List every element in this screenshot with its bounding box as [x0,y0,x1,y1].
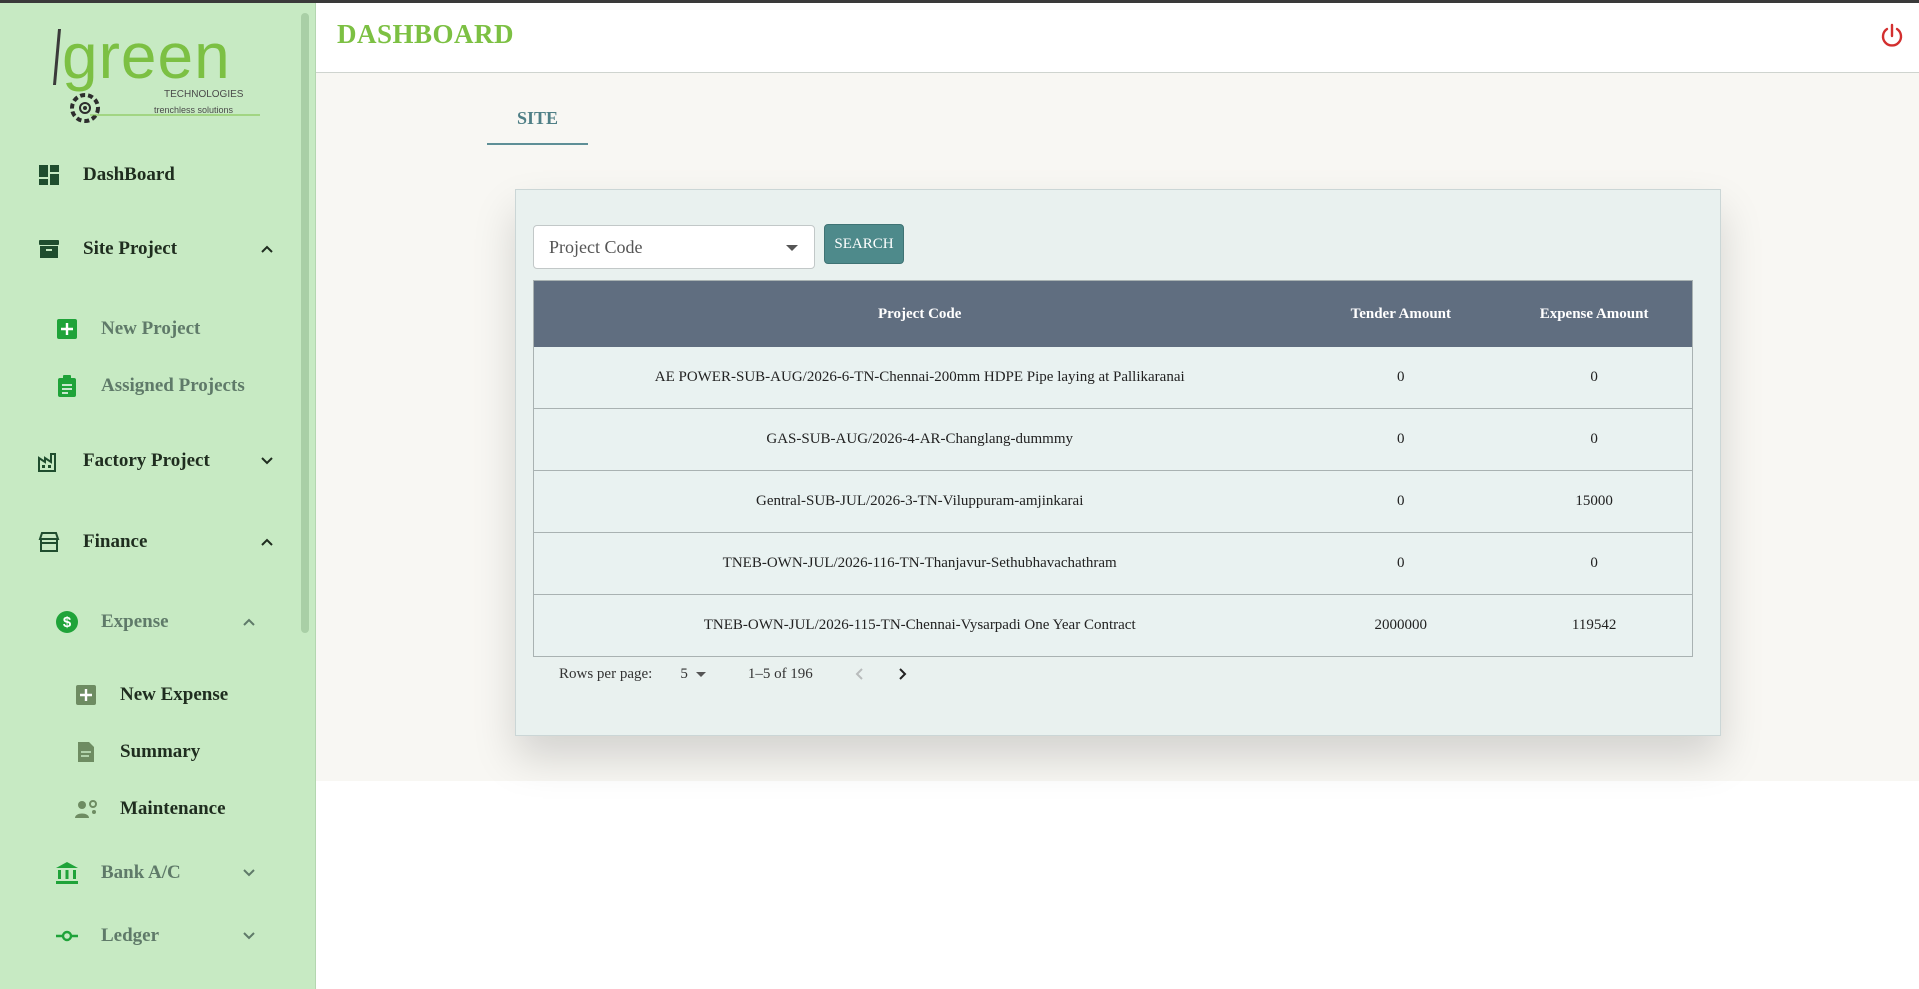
sidebar-item-maintenance[interactable]: Maintenance [74,797,226,821]
cell-expense-amount: 119542 [1496,594,1693,657]
project-code-select[interactable]: Project Code [533,225,815,269]
bank-icon [55,861,79,885]
cell-expense-amount: 0 [1496,532,1693,595]
rows-per-page-value: 5 [680,665,688,682]
sidebar-item-bank-ac[interactable]: Bank A/C [55,861,265,885]
cell-tender-amount: 0 [1305,408,1497,471]
sidebar-item-summary[interactable]: Summary [74,740,200,764]
rows-per-page-select[interactable]: 5 [680,666,706,683]
cell-tender-amount: 0 [1305,532,1497,595]
dollar-icon: $ [55,610,79,634]
sidebar-item-label: Expense [101,611,169,632]
cell-project-code: GAS-SUB-AUG/2026-4-AR-Changlang-dummmy [533,408,1306,471]
sidebar-item-site-project[interactable]: Site Project [37,237,277,261]
logo-gear-icon [70,93,100,123]
factory-icon [37,449,61,473]
sidebar-item-label: New Expense [120,684,229,705]
rows-per-page-label: Rows per page: [559,665,653,682]
chevron-up-icon [261,538,273,546]
table-row[interactable]: GAS-SUB-AUG/2026-4-AR-Changlang-dummmy 0… [533,408,1693,471]
power-icon[interactable] [1879,23,1905,49]
sidebar-item-label: Ledger [101,925,160,946]
sidebar-item-label: DashBoard [83,164,175,185]
sidebar-item-new-project[interactable]: New Project [55,317,200,341]
logo-tagline: TECHNOLOGIES [164,89,244,100]
cell-project-code: TNEB-OWN-JUL/2026-116-TN-Thanjavur-Sethu… [533,532,1306,595]
column-header[interactable]: Tender Amount [1305,280,1497,347]
chevron-down-icon [261,457,273,465]
site-summary-card: Project Code SEARCH Project Code Tender … [515,189,1721,736]
sidebar-item-dashboard[interactable]: DashBoard [37,163,175,187]
archive-icon [37,237,61,261]
pagination-range: 1–5 of 196 [747,665,813,682]
sidebar-item-label: Site Project [83,238,178,259]
sidebar-item-label: Factory Project [83,450,210,471]
chevron-right-icon [899,668,907,680]
cell-tender-amount: 2000000 [1305,594,1497,657]
table-row[interactable]: TNEB-OWN-JUL/2026-116-TN-Thanjavur-Sethu… [533,532,1693,595]
sidebar-item-label: New Project [101,318,201,339]
dropdown-arrow-icon [695,671,706,677]
sidebar-item-label: Maintenance [120,798,226,819]
chevron-left-icon [855,668,863,680]
cell-tender-amount: 0 [1305,470,1497,533]
pagination: Rows per page: 5 1–5 of 196 [559,663,913,685]
company-logo: green TECHNOLOGIES trenchless solutions [50,20,260,125]
dashboard-icon [37,163,61,187]
sidebar-item-factory-project[interactable]: Factory Project [37,449,277,473]
sidebar-item-label: Summary [120,741,201,762]
chevron-up-icon [243,618,255,626]
commit-icon [55,924,79,948]
next-page-button[interactable] [891,663,913,685]
main-content: SITE Project Code SEARCH Project Code Te… [316,73,1919,781]
logo-wordmark: green [62,20,231,92]
clipboard-icon [55,374,79,398]
column-header[interactable]: Expense Amount [1496,280,1693,347]
sidebar-item-label: Finance [83,531,148,552]
column-header[interactable]: Project Code [533,280,1306,347]
dropdown-arrow-icon [786,245,798,251]
engineering-icon [74,797,98,821]
cell-project-code: Gentral-SUB-JUL/2026-3-TN-Viluppuram-amj… [533,470,1306,533]
table-row[interactable]: TNEB-OWN-JUL/2026-115-TN-Chennai-Vysarpa… [533,594,1693,657]
sidebar-item-finance[interactable]: Finance [37,530,277,554]
sidebar: green TECHNOLOGIES trenchless solutions … [0,3,316,989]
project-code-placeholder: Project Code [549,237,643,257]
chevron-down-icon [243,869,255,877]
project-table: Project Code Tender Amount Expense Amoun… [533,280,1693,657]
cell-tender-amount: 0 [1305,347,1497,409]
sidebar-scrollbar[interactable] [301,13,309,633]
chevron-down-icon [243,932,255,940]
svg-text:$: $ [63,614,72,631]
top-header: DASHBOARD [316,3,1919,73]
sidebar-item-ledger[interactable]: Ledger [55,924,265,948]
sidebar-item-label: Bank A/C [101,862,181,883]
table-header-row: Project Code Tender Amount Expense Amoun… [533,280,1693,347]
sidebar-item-label: Assigned Projects [101,375,245,396]
table-row[interactable]: Gentral-SUB-JUL/2026-3-TN-Viluppuram-amj… [533,470,1693,533]
cell-expense-amount: 0 [1496,347,1693,409]
logo-underline [90,114,260,116]
sidebar-item-expense[interactable]: $ Expense [55,610,265,634]
table-row[interactable]: AE POWER-SUB-AUG/2026-6-TN-Chennai-200mm… [533,347,1693,409]
sidebar-item-new-expense[interactable]: New Expense [74,683,228,707]
chevron-up-icon [261,245,273,253]
search-button[interactable]: SEARCH [824,224,904,264]
store-icon [37,530,61,554]
cell-expense-amount: 15000 [1496,470,1693,533]
tab-site[interactable]: SITE [487,103,588,145]
sidebar-item-assigned-projects[interactable]: Assigned Projects [55,374,245,398]
cell-project-code: TNEB-OWN-JUL/2026-115-TN-Chennai-Vysarpa… [533,594,1306,657]
cell-project-code: AE POWER-SUB-AUG/2026-6-TN-Chennai-200mm… [533,347,1306,409]
add-box-icon [55,317,79,341]
document-icon [74,740,98,764]
previous-page-button[interactable] [849,663,871,685]
cell-expense-amount: 0 [1496,408,1693,471]
add-box-icon [74,683,98,707]
page-title: DASHBOARD [337,19,515,49]
